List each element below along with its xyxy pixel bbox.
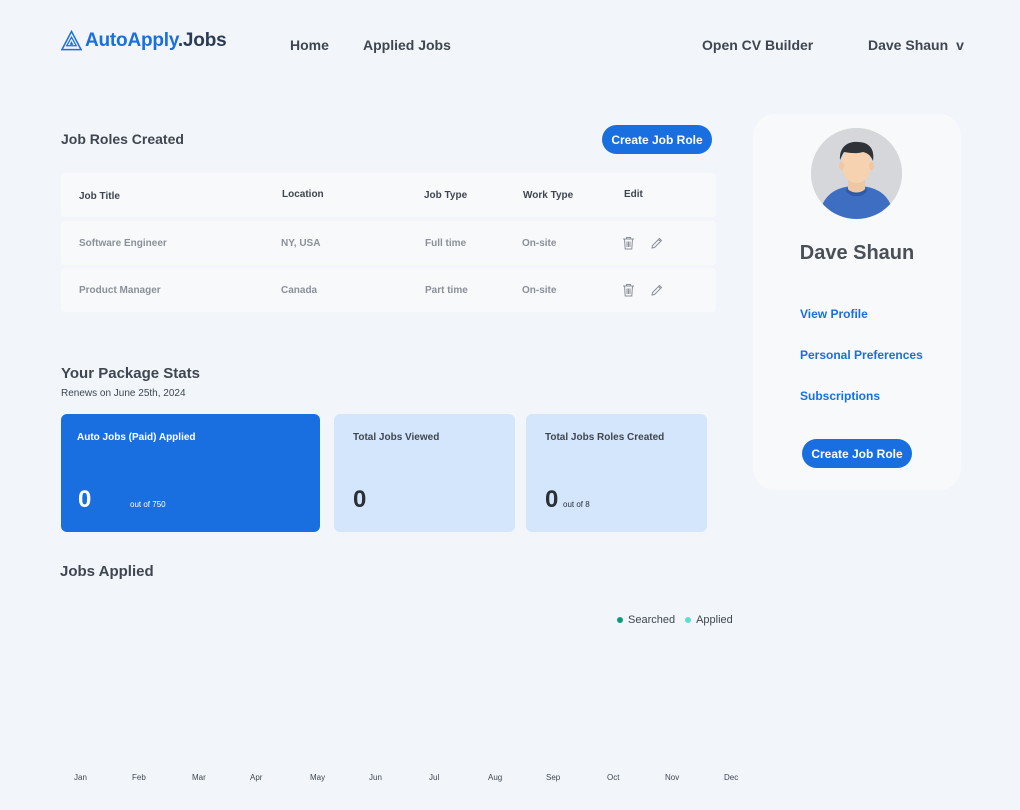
legend-item-applied: Applied [685,614,733,626]
cell-job-title: Software Engineer [79,238,167,249]
stat-value: 0 [545,486,559,513]
stat-label: Auto Jobs (Paid) Applied [77,432,196,443]
job-roles-title: Job Roles Created [61,131,184,147]
view-profile-link[interactable]: View Profile [800,307,868,321]
x-tick-label: Apr [250,773,263,782]
nav-applied-jobs-link[interactable]: Applied Jobs [363,37,451,53]
legend-label: Searched [628,614,676,626]
x-tick-label: Dec [724,773,739,782]
user-menu-name: Dave Shaun [868,37,949,53]
cell-job-title: Product Manager [79,285,161,296]
renewal-date: Renews on June 25th, 2024 [61,388,186,399]
cell-job-type: Part time [425,285,468,296]
pencil-icon[interactable] [650,236,663,250]
x-tick-label: Jun [369,773,382,782]
x-tick-label: May [310,773,326,782]
legend-dot-searched [617,617,623,623]
cell-work-type: On-site [522,285,557,296]
user-menu[interactable]: Dave Shaun v [868,37,964,53]
nav-cv-builder-link[interactable]: Open CV Builder [702,37,813,53]
trash-icon[interactable] [622,283,635,297]
column-header-job-type: Job Type [424,190,468,201]
job-roles-table-header: Job Title Location Job Type Work Type Ed… [61,173,716,217]
profile-card: Dave Shaun View Profile Personal Prefere… [753,114,961,490]
stat-card-auto-jobs-applied: Auto Jobs (Paid) Applied 0 out of 750 [61,414,320,532]
chevron-down-icon: v [956,37,964,53]
chart-legend: Searched Applied [617,614,743,626]
x-tick-label: Sep [546,773,561,782]
profile-name: Dave Shaun [799,242,915,264]
create-job-role-button[interactable]: Create Job Role [802,439,912,468]
stat-label: Total Jobs Roles Created [545,432,665,443]
logo-text: AutoApply.Jobs [85,30,227,52]
personal-preferences-link[interactable]: Personal Preferences [800,348,923,362]
column-header-job-title: Job Title [79,191,120,202]
legend-label: Applied [696,614,733,626]
x-tick-label: Feb [132,773,146,782]
trash-icon[interactable] [622,236,635,250]
x-tick-label: Mar [192,773,206,782]
nav-home-link[interactable]: Home [290,37,329,53]
x-tick-label: Aug [488,773,503,782]
x-tick-label: Oct [607,773,620,782]
jobs-applied-title: Jobs Applied [60,563,154,580]
stat-limit: out of 750 [130,500,166,509]
app-logo[interactable]: AutoApply.Jobs [61,30,227,52]
table-row: Software Engineer NY, USA Full time On-s… [61,221,716,265]
x-tick-label: Jan [74,773,87,782]
subscriptions-link[interactable]: Subscriptions [800,389,880,403]
stat-card-job-roles-created: Total Jobs Roles Created 0 out of 8 [526,414,707,532]
cell-job-type: Full time [425,238,467,249]
create-job-role-button[interactable]: Create Job Role [602,125,712,154]
logo-icon [61,30,82,51]
cell-work-type: On-site [522,238,557,249]
user-avatar-icon [811,128,902,219]
package-stats-title: Your Package Stats [61,365,200,382]
cell-location: NY, USA [281,238,321,249]
pencil-icon[interactable] [650,283,663,297]
stat-value: 0 [353,486,367,513]
column-header-work-type: Work Type [523,190,574,201]
legend-dot-applied [685,617,692,623]
logo-text-part2: .Jobs [177,30,227,51]
logo-text-part1: AutoApply [85,30,178,51]
stat-card-jobs-viewed: Total Jobs Viewed 0 [334,414,515,532]
cell-location: Canada [281,285,318,296]
x-tick-label: Nov [665,773,680,782]
stat-label: Total Jobs Viewed [353,432,440,443]
stat-value: 0 [78,486,92,513]
stat-limit: out of 8 [563,500,590,509]
column-header-edit: Edit [624,189,643,200]
column-header-location: Location [282,189,324,200]
legend-item-searched: Searched [617,614,675,626]
avatar [811,128,902,219]
table-row: Product Manager Canada Part time On-site [61,268,716,312]
x-tick-label: Jul [429,773,440,782]
